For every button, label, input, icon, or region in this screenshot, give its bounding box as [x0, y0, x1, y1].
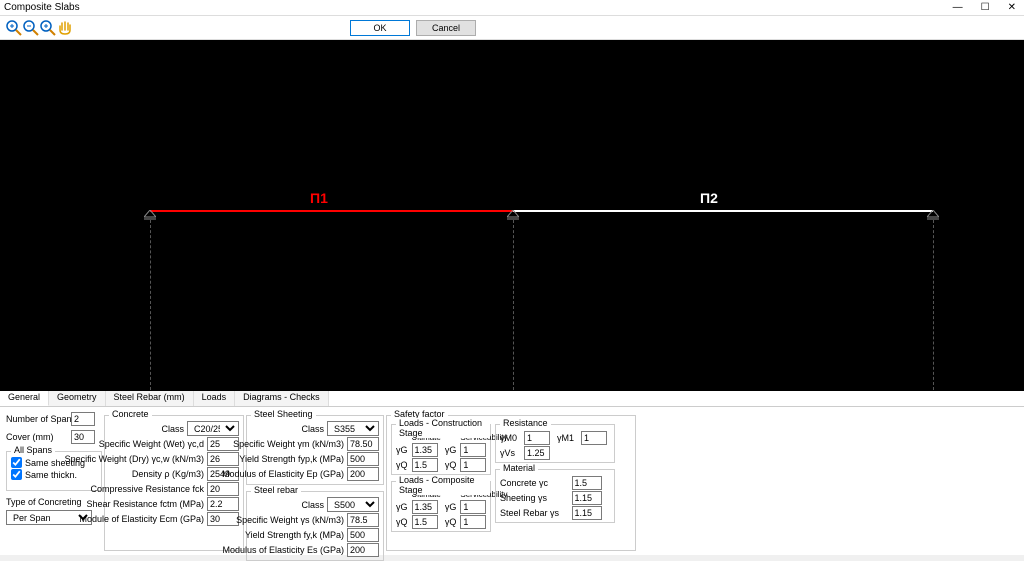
sheeting-gs-input[interactable]	[572, 491, 602, 505]
fck-label: Compressive Resistance fck	[90, 484, 204, 494]
gG-label: γG	[396, 445, 408, 455]
fctm-input[interactable]	[207, 497, 239, 511]
dashed-line	[150, 220, 151, 390]
c-u-gG[interactable]	[412, 443, 438, 457]
rebar-sw-label: Specific Weight γs (kN/m3)	[236, 515, 344, 525]
gM1-label: γΜ1	[557, 433, 577, 443]
same-thickn-label: Same thickn.	[25, 470, 77, 480]
dashed-line	[513, 220, 514, 390]
gM0-input[interactable]	[524, 431, 550, 445]
rebar-es-label: Modulus of Elasticity Es (GPa)	[222, 545, 344, 555]
sheeting-class-label: Class	[301, 424, 324, 434]
title-bar: Composite Slabs — ☐ ✕	[0, 0, 1024, 16]
zoom-window-icon[interactable]	[40, 20, 56, 36]
support-right	[927, 210, 939, 218]
span-label-2: Π2	[700, 190, 718, 206]
rebar-class-label: Class	[301, 500, 324, 510]
rebar-gs-input[interactable]	[572, 506, 602, 520]
sheeting-gs-label: Sheeting γs	[500, 493, 568, 503]
concrete-gc-label: Concrete γc	[500, 478, 568, 488]
tab-general[interactable]: General	[0, 391, 49, 406]
sw-wet-label: Specific Weight (Wet) γc,d	[99, 439, 204, 449]
sheeting-fypk-input[interactable]	[347, 452, 379, 466]
zoom-in-icon[interactable]	[6, 20, 22, 36]
rebar-fyk-label: Yield Strength fy,k (MPa)	[245, 530, 344, 540]
material-legend: Material	[500, 463, 538, 473]
window-title: Composite Slabs	[4, 2, 949, 13]
fck-input[interactable]	[207, 482, 239, 496]
construction-legend: Loads - Construction Stage	[396, 418, 490, 438]
all-spans-legend: All Spans	[11, 445, 55, 455]
minimize-button[interactable]: —	[949, 2, 967, 13]
cover-label: Cover (mm)	[6, 432, 68, 442]
concrete-gc-input[interactable]	[572, 476, 602, 490]
gM0-label: γΜ0	[500, 433, 520, 443]
concrete-class-label: Class	[161, 424, 184, 434]
ecm-label: Module of Elasticity Ecm (GPa)	[79, 514, 204, 524]
zoom-out-icon[interactable]	[23, 20, 39, 36]
sw-dry-label: Specific Weight (Dry) γc,w (kN/m3)	[65, 454, 204, 464]
sheeting-class-select[interactable]: S355	[327, 421, 379, 436]
c-u-gQ[interactable]	[412, 458, 438, 472]
sw-dry-input[interactable]	[207, 452, 239, 466]
rebar-class-select[interactable]: S500	[327, 497, 379, 512]
cover-input[interactable]	[71, 430, 95, 444]
rebar-fyk-input[interactable]	[347, 528, 379, 542]
sheeting-sw-label: Specific Weight γm (kN/m3)	[233, 439, 344, 449]
gVs-label: γVs	[500, 448, 520, 458]
ok-button[interactable]: OK	[350, 20, 410, 36]
gM1-input[interactable]	[581, 431, 607, 445]
p-u-gQ[interactable]	[412, 515, 438, 529]
beam-span-2	[513, 210, 933, 212]
pan-icon[interactable]	[57, 20, 73, 36]
gVs-input[interactable]	[524, 446, 550, 460]
gQ-label: γQ	[396, 460, 408, 470]
tab-diagrams[interactable]: Diagrams - Checks	[235, 391, 329, 406]
rebar-legend: Steel rebar	[251, 485, 301, 495]
composite-legend: Loads - Composite Stage	[396, 475, 490, 495]
tab-bar: General Geometry Steel Rebar (mm) Loads …	[0, 391, 1024, 407]
num-spans-input[interactable]	[71, 412, 95, 426]
tab-steel-rebar[interactable]: Steel Rebar (mm)	[106, 391, 194, 406]
fctm-label: Shear Resistance fctm (MPa)	[86, 499, 204, 509]
rebar-sw-input[interactable]	[347, 513, 379, 527]
concrete-legend: Concrete	[109, 409, 152, 419]
sheeting-fypk-label: Yield Strength fyp,k (MPa)	[239, 454, 344, 464]
tab-geometry[interactable]: Geometry	[49, 391, 106, 406]
density-label: Density ρ (Kg/m3)	[132, 469, 204, 479]
c-s-gG[interactable]	[460, 443, 486, 457]
beam-span-1	[150, 210, 513, 212]
viewport[interactable]: Π1 Π2	[0, 40, 1024, 391]
c-s-gQ[interactable]	[460, 458, 486, 472]
maximize-button[interactable]: ☐	[977, 2, 994, 13]
resistance-legend: Resistance	[500, 418, 551, 428]
sheeting-ep-label: Modulus of Elasticity Ep (GPa)	[222, 469, 344, 479]
sheeting-legend: Steel Sheeting	[251, 409, 316, 419]
sheeting-sw-input[interactable]	[347, 437, 379, 451]
cancel-button[interactable]: Cancel	[416, 20, 476, 36]
support-middle	[507, 210, 519, 218]
type-concreting-label: Type of Concreting	[6, 497, 82, 507]
ecm-input[interactable]	[207, 512, 239, 526]
panel-general: Number of Spans Cover (mm) All Spans Sam…	[0, 407, 1024, 555]
concrete-class-select[interactable]: C20/25	[187, 421, 239, 436]
p-u-gG[interactable]	[412, 500, 438, 514]
same-sheeting-check[interactable]	[11, 457, 22, 468]
span-label-1: Π1	[310, 190, 328, 206]
toolbar: OK Cancel	[0, 16, 1024, 40]
sheeting-ep-input[interactable]	[347, 467, 379, 481]
rebar-gs-label: Steel Rebar γs	[500, 508, 568, 518]
num-spans-label: Number of Spans	[6, 414, 68, 424]
tab-loads[interactable]: Loads	[194, 391, 236, 406]
p-s-gG[interactable]	[460, 500, 486, 514]
close-button[interactable]: ✕	[1004, 2, 1020, 13]
same-thickn-check[interactable]	[11, 469, 22, 480]
p-s-gQ[interactable]	[460, 515, 486, 529]
support-left	[144, 210, 156, 218]
dashed-line	[933, 220, 934, 390]
